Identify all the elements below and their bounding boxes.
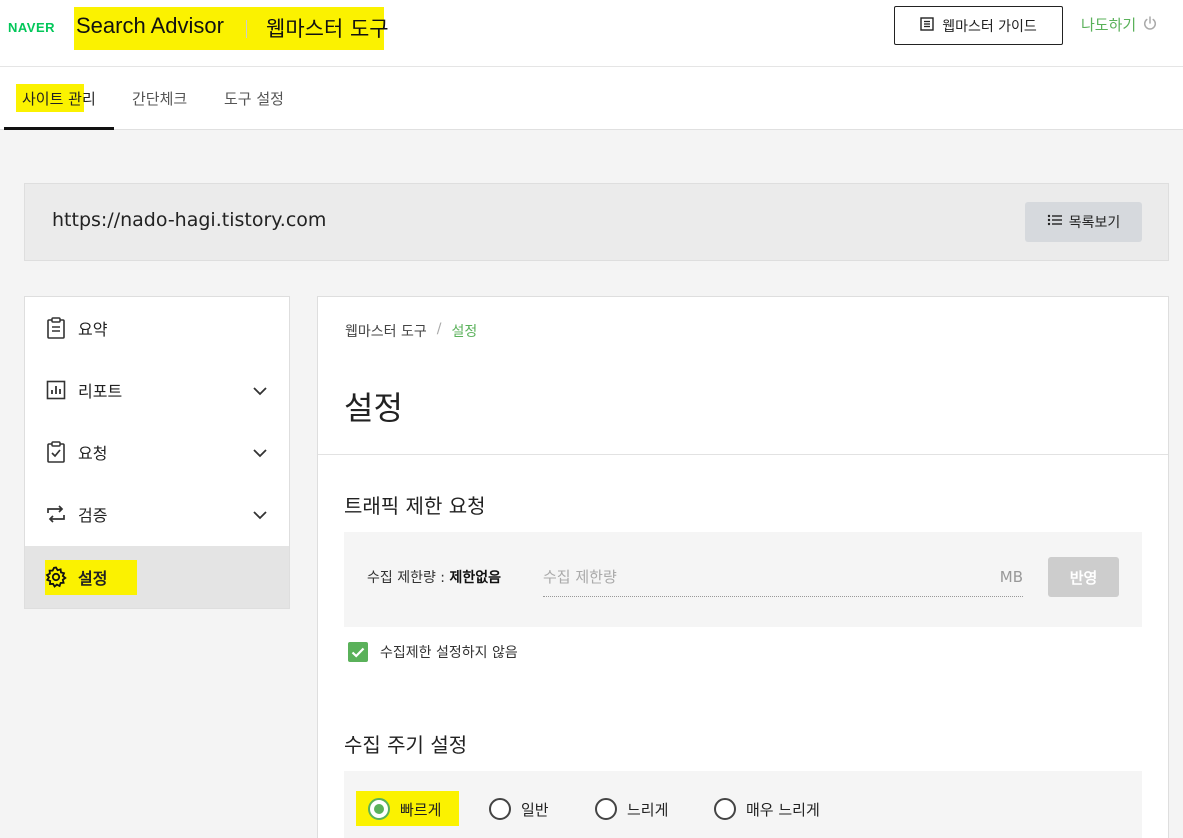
site-url: https://nado-hagi.tistory.com bbox=[52, 209, 327, 231]
sidebar-item-report[interactable]: 리포트 bbox=[25, 359, 289, 421]
tab-quick-check[interactable]: 간단체크 bbox=[132, 88, 187, 109]
report-chart-icon bbox=[45, 379, 67, 401]
traffic-limit-box: 수집 제한량 : 제한없음 MB 반영 bbox=[344, 532, 1142, 627]
radio-button[interactable] bbox=[714, 798, 736, 820]
no-limit-checkbox[interactable] bbox=[348, 642, 368, 662]
sidebar-item-label: 요청 bbox=[78, 444, 108, 463]
crawl-cycle-box: 빠르게 일반 느리게 매우 느리게 bbox=[344, 771, 1142, 838]
radio-button-selected[interactable] bbox=[368, 798, 390, 820]
naver-logo[interactable]: NAVER bbox=[8, 20, 55, 35]
tab-tool-settings[interactable]: 도구 설정 bbox=[224, 88, 284, 109]
main-tabs: 사이트 관리 간단체크 도구 설정 bbox=[0, 67, 1183, 130]
clipboard-icon bbox=[45, 317, 67, 339]
brand-divider bbox=[246, 20, 247, 38]
breadcrumb: 웹마스터 도구 / 설정 bbox=[345, 321, 477, 341]
apply-button[interactable]: 반영 bbox=[1048, 557, 1119, 597]
document-list-icon bbox=[920, 16, 934, 35]
sidebar-item-label: 설정 bbox=[78, 569, 108, 588]
sidebar: 요약 리포트 요청 검증 설정 bbox=[24, 296, 290, 609]
clipboard-check-icon bbox=[45, 441, 67, 463]
crawl-limit-field: MB bbox=[543, 559, 1023, 597]
no-limit-checkbox-row[interactable]: 수집제한 설정하지 않음 bbox=[348, 642, 518, 662]
sidebar-item-verify[interactable]: 검증 bbox=[25, 483, 289, 545]
radio-normal[interactable]: 일반 bbox=[489, 798, 549, 820]
sidebar-item-request[interactable]: 요청 bbox=[25, 421, 289, 483]
radio-label: 느리게 bbox=[627, 800, 669, 819]
user-menu[interactable]: 나도하기 bbox=[1081, 14, 1158, 35]
radio-label: 일반 bbox=[521, 800, 549, 819]
sidebar-item-settings[interactable]: 설정 bbox=[25, 546, 289, 608]
sidebar-item-label: 검증 bbox=[78, 506, 108, 525]
chevron-down-icon bbox=[253, 381, 267, 400]
active-tab-underline bbox=[4, 127, 114, 130]
crawl-limit-value: 제한없음 bbox=[449, 570, 501, 586]
page-title: 설정 bbox=[344, 389, 403, 427]
crawl-limit-input[interactable] bbox=[543, 559, 983, 595]
radio-very-slow[interactable]: 매우 느리게 bbox=[714, 798, 820, 820]
radio-label: 매우 느리게 bbox=[746, 800, 820, 819]
no-limit-checkbox-label: 수집제한 설정하지 않음 bbox=[380, 645, 518, 661]
radio-button[interactable] bbox=[595, 798, 617, 820]
panel-divider bbox=[318, 454, 1168, 455]
webmaster-guide-button[interactable]: 웹마스터 가이드 bbox=[894, 6, 1063, 45]
settings-panel: 웹마스터 도구 / 설정 설정 트래픽 제한 요청 수집 제한량 : 제한없음 … bbox=[317, 296, 1169, 838]
gear-icon bbox=[45, 566, 67, 588]
radio-slow[interactable]: 느리게 bbox=[595, 798, 668, 820]
crawl-limit-label: 수집 제한량 : 제한없음 bbox=[367, 567, 501, 587]
crawl-limit-prefix: 수집 제한량 : bbox=[367, 570, 450, 586]
brand-title[interactable]: Search Advisor bbox=[76, 13, 224, 39]
site-bar: https://nado-hagi.tistory.com 목록보기 bbox=[24, 183, 1169, 261]
radio-button[interactable] bbox=[489, 798, 511, 820]
chevron-down-icon bbox=[253, 505, 267, 524]
sidebar-item-summary[interactable]: 요약 bbox=[25, 297, 289, 359]
chevron-down-icon bbox=[253, 443, 267, 462]
top-header: NAVER Search Advisor 웹마스터 도구 웹마스터 가이드 나도… bbox=[0, 0, 1183, 67]
repeat-arrows-icon bbox=[45, 503, 67, 525]
breadcrumb-separator: / bbox=[436, 321, 442, 337]
list-view-label: 목록보기 bbox=[1068, 215, 1121, 231]
webmaster-guide-label: 웹마스터 가이드 bbox=[942, 18, 1037, 35]
power-icon[interactable] bbox=[1142, 15, 1158, 35]
breadcrumb-parent[interactable]: 웹마스터 도구 bbox=[345, 321, 427, 341]
breadcrumb-current: 설정 bbox=[451, 324, 478, 340]
tab-site-management[interactable]: 사이트 관리 bbox=[22, 88, 96, 109]
user-name: 나도하기 bbox=[1081, 16, 1137, 34]
crawl-cycle-title: 수집 주기 설정 bbox=[344, 733, 468, 757]
sidebar-item-label: 리포트 bbox=[78, 382, 123, 401]
sidebar-item-label: 요약 bbox=[78, 320, 108, 339]
list-view-button[interactable]: 목록보기 bbox=[1025, 202, 1142, 242]
crawl-limit-unit: MB bbox=[999, 568, 1023, 586]
traffic-limit-title: 트래픽 제한 요청 bbox=[344, 494, 486, 518]
radio-fast[interactable]: 빠르게 bbox=[368, 798, 441, 820]
list-icon bbox=[1047, 213, 1063, 231]
radio-label: 빠르게 bbox=[400, 800, 442, 819]
brand-subtitle: 웹마스터 도구 bbox=[266, 17, 389, 41]
